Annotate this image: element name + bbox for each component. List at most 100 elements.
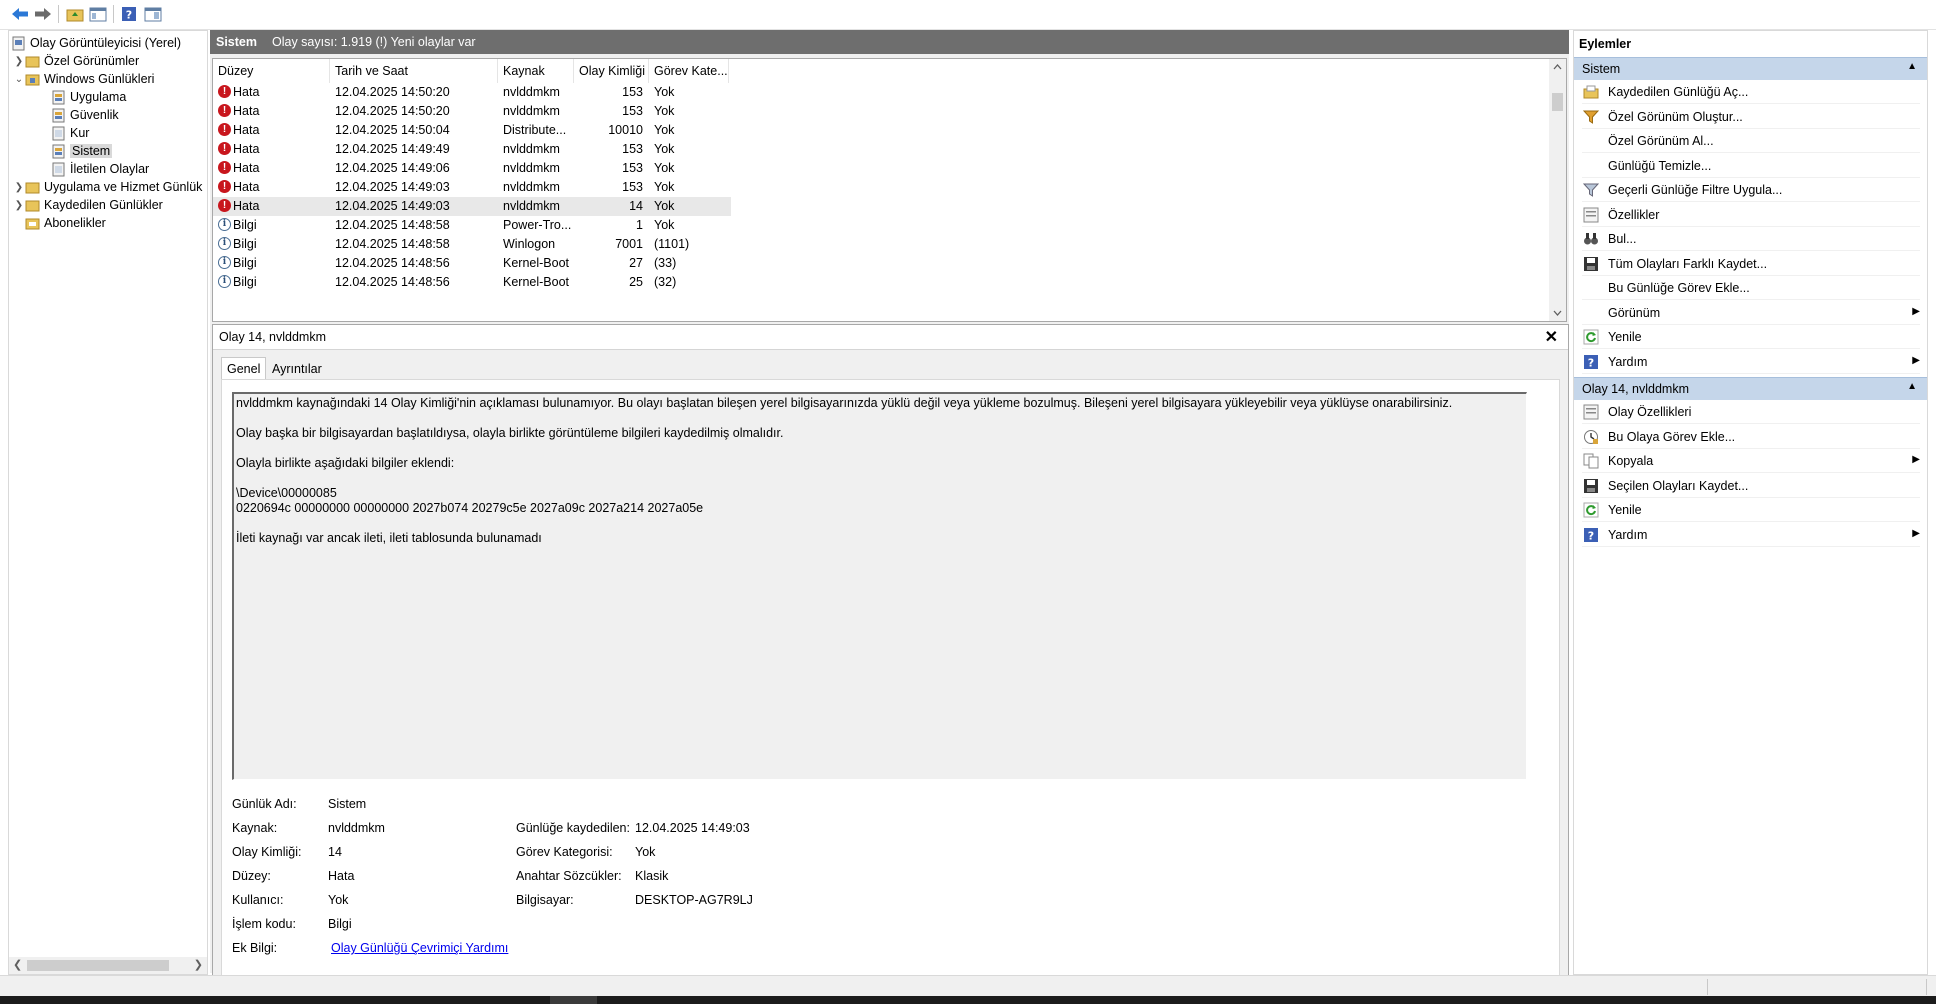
- table-row[interactable]: ! Hata 12.04.2025 14:50:04 Distribute... 100…: [213, 121, 731, 140]
- column-header-task-category[interactable]: Görev Kate...: [649, 59, 729, 83]
- scroll-right-icon[interactable]: ❯: [194, 958, 203, 971]
- action-item[interactable]: Özellikler: [1582, 204, 1920, 227]
- table-row[interactable]: i Bilgi 12.04.2025 14:48:56 Kernel-Boot 27 (3…: [213, 254, 731, 273]
- cell-task: Yok: [654, 85, 675, 99]
- tab-details[interactable]: Ayrıntılar: [267, 359, 327, 379]
- action-item[interactable]: ? Yardım ▶: [1582, 524, 1920, 547]
- scroll-thumb[interactable]: [1552, 93, 1563, 111]
- description-line: \Device\00000085: [236, 486, 337, 500]
- chevron-right-icon[interactable]: ❯: [13, 182, 25, 193]
- table-row[interactable]: ! Hata 12.04.2025 14:49:06 nvlddmkm 153 Yok: [213, 159, 731, 178]
- event-properties-icon: [1582, 404, 1599, 420]
- help-icon[interactable]: ?: [118, 3, 140, 25]
- action-item[interactable]: Bu Günlüğe Görev Ekle...: [1582, 277, 1920, 300]
- cell-id: 153: [622, 85, 643, 99]
- tree-item-apps-services[interactable]: ❯ Uygulama ve Hizmet Günlük: [13, 178, 203, 196]
- tree-horizontal-scrollbar[interactable]: ❮ ❯: [9, 957, 207, 974]
- scroll-left-icon[interactable]: ❮: [13, 958, 22, 971]
- table-row[interactable]: ! Hata 12.04.2025 14:50:20 nvlddmkm 153 Yok: [213, 102, 731, 121]
- table-row[interactable]: ! Hata 12.04.2025 14:50:20 nvlddmkm 153 Yok: [213, 83, 731, 102]
- action-item[interactable]: ? Yardım ▶: [1582, 351, 1920, 374]
- table-row[interactable]: ! Hata 12.04.2025 14:49:49 nvlddmkm 153 Yok: [213, 140, 731, 159]
- cell-task: (32): [654, 275, 677, 289]
- subscriptions-icon: [25, 216, 40, 231]
- action-item[interactable]: Bu Olaya Görev Ekle...: [1582, 426, 1920, 449]
- detail-title-bar: Olay 14, nvlddmkm ✕: [213, 325, 1568, 350]
- cell-source: nvlddmkm: [503, 161, 560, 175]
- tree-item-custom-views[interactable]: ❯ Özel Görünümler: [13, 52, 139, 70]
- actions-section-event[interactable]: Olay 14, nvlddmkm ▲: [1574, 377, 1927, 400]
- folder-up-icon[interactable]: [64, 3, 86, 25]
- table-row[interactable]: ! Hata 12.04.2025 14:49:03 nvlddmkm 14 Yok: [213, 197, 731, 216]
- action-item[interactable]: Kaydedilen Günlüğü Aç...: [1582, 81, 1920, 104]
- cell-date: 12.04.2025 14:49:06: [335, 161, 450, 175]
- keywords-value: Klasik: [635, 869, 669, 883]
- description-line: nvlddmkm kaynağındaki 14 Olay Kimliği'ni…: [236, 396, 1453, 410]
- action-item[interactable]: Tüm Olayları Farklı Kaydet...: [1582, 253, 1920, 276]
- folder-icon: [25, 72, 40, 87]
- column-header-date[interactable]: Tarih ve Saat: [330, 59, 498, 83]
- column-header-level[interactable]: Düzey: [213, 59, 330, 83]
- action-item[interactable]: Seçilen Olayları Kaydet...: [1582, 475, 1920, 498]
- action-item[interactable]: Kopyala ▶: [1582, 450, 1920, 473]
- action-item[interactable]: Olay Özellikleri: [1582, 401, 1920, 424]
- event-list-vertical-scrollbar[interactable]: [1549, 59, 1566, 321]
- action-label: Özel Görünüm Al...: [1608, 134, 1714, 148]
- tree-item-forwarded[interactable]: İletilen Olaylar: [51, 160, 149, 178]
- source-value: nvlddmkm: [328, 821, 385, 835]
- action-item[interactable]: Özel Görünüm Oluştur...: [1582, 106, 1920, 129]
- tree-item-security[interactable]: Güvenlik: [51, 106, 119, 124]
- action-pane-icon[interactable]: [142, 3, 164, 25]
- status-separator: [1707, 979, 1708, 995]
- tree-item-saved-logs[interactable]: ❯ Kaydedilen Günlükler: [13, 196, 163, 214]
- cell-level: Hata: [233, 161, 260, 175]
- tab-general[interactable]: Genel: [221, 357, 267, 380]
- action-item[interactable]: Özel Görünüm Al...: [1582, 130, 1920, 153]
- tree-item-system[interactable]: Sistem: [51, 142, 113, 160]
- tree-item-windows-logs[interactable]: ⌄ Windows Günlükleri: [13, 70, 155, 88]
- chevron-right-icon: ▶: [1912, 305, 1920, 317]
- tree-item-setup[interactable]: Kur: [51, 124, 89, 142]
- tree-item-subscriptions[interactable]: Abonelikler: [25, 214, 106, 232]
- action-item[interactable]: Günlüğü Temizle...: [1582, 155, 1920, 178]
- table-row[interactable]: i Bilgi 12.04.2025 14:48:58 Power-Tro... 1 Yo…: [213, 216, 731, 235]
- actions-section-system[interactable]: Sistem ▲: [1574, 57, 1927, 80]
- online-help-link[interactable]: Olay Günlüğü Çevrimiçi Yardımı: [331, 941, 508, 955]
- action-label: Tüm Olayları Farklı Kaydet...: [1608, 256, 1768, 271]
- error-icon: !: [218, 85, 231, 98]
- chevron-up-icon[interactable]: ▲: [1907, 381, 1917, 392]
- cell-id: 153: [622, 104, 643, 118]
- event-description[interactable]: nvlddmkm kaynağındaki 14 Olay Kimliği'ni…: [232, 392, 1527, 780]
- description-line: 0220694c 00000000 00000000 2027b074 2027…: [236, 501, 704, 515]
- action-item[interactable]: Geçerli Günlüğe Filtre Uygula...: [1582, 179, 1920, 202]
- svg-text:?: ?: [1587, 356, 1593, 369]
- table-row[interactable]: i Bilgi 12.04.2025 14:48:56 Kernel-Boot 25 (3…: [213, 273, 731, 292]
- show-hide-tree-icon[interactable]: [87, 3, 109, 25]
- cell-id: 153: [622, 180, 643, 194]
- cell-level: Hata: [233, 104, 260, 118]
- close-icon[interactable]: ✕: [1545, 327, 1558, 347]
- action-item[interactable]: Yenile: [1582, 326, 1920, 349]
- tree-root[interactable]: Olay Görüntüleyicisi (Yerel): [11, 34, 181, 52]
- chevron-up-icon[interactable]: ▲: [1907, 61, 1917, 72]
- level-value: Hata: [328, 869, 355, 883]
- chevron-right-icon[interactable]: ❯: [13, 200, 25, 211]
- action-item[interactable]: Bul...: [1582, 228, 1920, 251]
- column-header-event-id[interactable]: Olay Kimliği: [574, 59, 649, 83]
- cell-task: (1101): [654, 237, 690, 251]
- table-row[interactable]: i Bilgi 12.04.2025 14:48:58 Winlogon 7001 (11…: [213, 235, 731, 254]
- tree-item-application[interactable]: Uygulama: [51, 88, 126, 106]
- chevron-right-icon[interactable]: ❯: [13, 56, 25, 67]
- action-item[interactable]: Yenile: [1582, 499, 1920, 522]
- chevron-down-icon[interactable]: ⌄: [13, 74, 25, 85]
- table-row[interactable]: ! Hata 12.04.2025 14:49:03 nvlddmkm 153 Yok: [213, 178, 731, 197]
- column-header-source[interactable]: Kaynak: [498, 59, 574, 83]
- forward-icon[interactable]: [32, 3, 54, 25]
- blank-icon: [1582, 280, 1599, 296]
- action-item[interactable]: Görünüm ▶: [1582, 302, 1920, 325]
- cell-date: 12.04.2025 14:48:56: [335, 275, 450, 289]
- scroll-thumb[interactable]: [27, 960, 169, 971]
- filter-icon: [1582, 182, 1599, 198]
- back-icon[interactable]: [9, 3, 31, 25]
- action-label: Yenile: [1608, 503, 1642, 517]
